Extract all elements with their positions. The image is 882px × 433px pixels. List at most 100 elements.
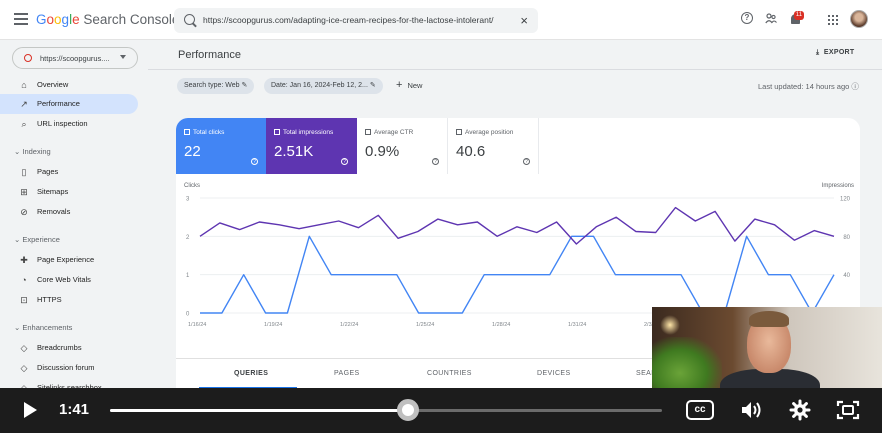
- avatar[interactable]: [850, 10, 868, 28]
- sidebar-item-performance[interactable]: ↗ Performance: [0, 94, 138, 114]
- plus-icon: +: [396, 79, 403, 91]
- metric-value: 0.9%: [365, 143, 400, 160]
- url-inspection-input[interactable]: https://scoopgurus.com/adapting-ice-crea…: [174, 8, 538, 33]
- x-tick-label: 1/16/24: [188, 322, 206, 328]
- checkbox-icon: [274, 129, 280, 135]
- export-button[interactable]: ⤓ EXPORT: [816, 49, 855, 57]
- sidebar-item-overview[interactable]: ⌂ Overview: [0, 75, 138, 95]
- last-updated: Last updated: 14 hours ago ⓘ: [758, 81, 859, 92]
- seek-bar[interactable]: [110, 409, 662, 412]
- section-label: Indexing: [22, 147, 51, 156]
- metric-label-text: Total clicks: [193, 129, 225, 136]
- current-time: 1:41: [59, 401, 90, 418]
- sidebar-item-removals[interactable]: ⊘ Removals: [0, 202, 138, 222]
- help-icon[interactable]: ?: [251, 158, 258, 165]
- filter-search-type[interactable]: Search type: Web ✎: [177, 78, 255, 94]
- top-bar: Google Search Console https://scoopgurus…: [0, 0, 882, 40]
- metric-label-text: Average position: [465, 129, 514, 136]
- play-icon[interactable]: [24, 402, 37, 418]
- sidebar-item-label: Core Web Vitals: [37, 275, 91, 284]
- url-input-value[interactable]: https://scoopgurus.com/adapting-ice-crea…: [203, 15, 494, 25]
- x-tick-label: 1/19/24: [264, 322, 282, 328]
- home-icon: ⌂: [21, 80, 27, 90]
- sidebar-item-url-inspection[interactable]: ⌕ URL inspection: [0, 114, 138, 134]
- x-tick-label: 1/25/24: [416, 322, 434, 328]
- tab-pages[interactable]: PAGES: [334, 370, 360, 377]
- tab-devices[interactable]: DEVICES: [537, 370, 571, 377]
- notification-badge: 11: [794, 11, 804, 20]
- volume-glyph: [742, 402, 761, 418]
- y-right-tick-label: 120: [840, 197, 851, 203]
- presenter-hair: [749, 311, 789, 327]
- metric-label: Average CTR: [365, 129, 413, 136]
- section-experience[interactable]: ⌄ Experience: [14, 235, 60, 244]
- diamond-icon: ◇: [20, 363, 28, 373]
- sidebar-item-label: Page Experience: [37, 255, 95, 264]
- eye-off-icon: ⊘: [20, 207, 28, 217]
- close-icon[interactable]: ×: [520, 13, 528, 28]
- tab-queries[interactable]: QUERIES: [234, 370, 268, 377]
- apps-grid-icon[interactable]: [828, 15, 838, 25]
- fullscreen-icon[interactable]: [836, 399, 860, 426]
- users-glyph: [765, 13, 777, 24]
- download-icon: ⤓: [816, 49, 820, 56]
- metric-value: 40.6: [456, 143, 486, 160]
- brand-product: Search Console: [79, 12, 180, 27]
- y-left-tick-label: 1: [186, 273, 190, 279]
- section-label: Experience: [22, 235, 60, 244]
- metric-total-impressions[interactable]: Total impressions 2.51K ?: [266, 118, 357, 174]
- sidebar-item-pages[interactable]: ▯ Pages: [0, 162, 138, 182]
- filter-label: Search type: Web: [184, 82, 240, 89]
- checkbox-icon: [184, 129, 190, 135]
- help-icon[interactable]: ?: [432, 158, 439, 165]
- help-icon[interactable]: ?: [523, 158, 530, 165]
- sidebar-item-core-web-vitals[interactable]: ◔ Core Web Vitals: [0, 270, 138, 290]
- filter-date[interactable]: Date: Jan 16, 2024-Feb 12, 2... ✎: [264, 78, 383, 94]
- section-label: Enhancements: [22, 323, 73, 332]
- help-icon[interactable]: ?: [741, 12, 753, 24]
- tab-countries[interactable]: COUNTRIES: [427, 370, 472, 377]
- help-icon[interactable]: ⓘ: [851, 82, 859, 91]
- gear-glyph: [789, 399, 811, 421]
- metric-label: Total impressions: [274, 129, 333, 136]
- seek-handle[interactable]: [397, 399, 420, 421]
- sidebar-item-page-experience[interactable]: ✚ Page Experience: [0, 250, 138, 270]
- trending-icon: ↗: [20, 99, 28, 109]
- section-indexing[interactable]: ⌄ Indexing: [14, 147, 51, 156]
- metric-average-ctr[interactable]: Average CTR 0.9% ?: [357, 118, 448, 174]
- metric-value: 22: [184, 143, 201, 160]
- menu-icon[interactable]: [14, 13, 28, 25]
- sidebar-item-label: Sitemaps: [37, 187, 69, 196]
- property-selector[interactable]: https://scoopgurus....: [12, 47, 138, 69]
- property-icon: [24, 54, 32, 62]
- x-tick-label: 1/22/24: [340, 322, 358, 328]
- new-filter-button[interactable]: + New: [396, 79, 422, 91]
- y-left-tick-label: 0: [186, 312, 190, 318]
- captions-button[interactable]: cc: [686, 400, 714, 420]
- sidebar-item-label: Breadcrumbs: [37, 343, 82, 352]
- search-console-app: Google Search Console https://scoopgurus…: [0, 0, 882, 433]
- sidebar-item-discussion-forum[interactable]: ◇ Discussion forum: [0, 358, 138, 378]
- metric-label-text: Average CTR: [374, 129, 414, 136]
- section-enhancements[interactable]: ⌄ Enhancements: [14, 323, 72, 332]
- sidebar-item-sitemaps[interactable]: ⊞ Sitemaps: [0, 182, 138, 202]
- y-left-axis-label: Clicks: [184, 183, 200, 189]
- metric-average-position[interactable]: Average position 40.6 ?: [448, 118, 539, 174]
- seek-bar-progress: [110, 409, 409, 412]
- fullscreen-glyph: [836, 400, 860, 420]
- app-logo[interactable]: Google Search Console: [36, 12, 179, 27]
- page-experience-icon: ✚: [20, 255, 28, 265]
- gear-icon[interactable]: [789, 399, 811, 426]
- help-icon[interactable]: ?: [341, 158, 348, 165]
- metric-total-clicks[interactable]: Total clicks 22 ?: [176, 118, 267, 174]
- sidebar-item-label: URL inspection: [37, 119, 88, 128]
- metric-value: 2.51K: [274, 143, 314, 160]
- volume-icon[interactable]: [740, 399, 764, 426]
- users-icon[interactable]: [765, 12, 777, 27]
- y-left-tick-label: 3: [186, 197, 190, 203]
- sidebar-item-breadcrumbs[interactable]: ◇ Breadcrumbs: [0, 338, 138, 358]
- sitemap-icon: ⊞: [20, 187, 28, 197]
- page-title: Performance: [178, 49, 241, 61]
- sidebar-item-https[interactable]: ⊡ HTTPS: [0, 290, 138, 310]
- page-header: Performance ⤓ EXPORT: [148, 40, 882, 70]
